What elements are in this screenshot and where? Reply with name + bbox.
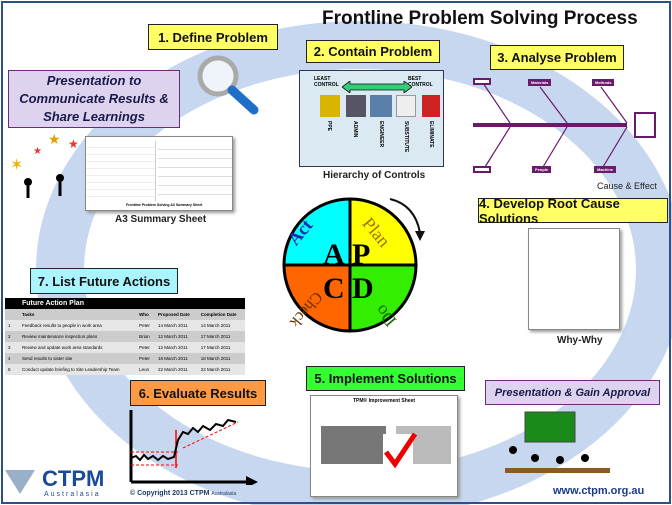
presentation-approval-box: Presentation & Gain Approval	[485, 380, 660, 405]
engineer-label: ENGINEER	[378, 121, 384, 148]
table-cell: Leon	[139, 367, 150, 372]
checkmark-icon	[383, 432, 418, 469]
why-why-caption: Why-Why	[557, 335, 603, 346]
table-cell: Peter	[139, 323, 150, 328]
table-cell: Send results to sister site	[22, 356, 73, 361]
improvement-sheet: TPM® Improvement Sheet	[310, 395, 458, 497]
magnifier-icon	[197, 55, 259, 115]
step-develop-solutions: 4. Develop Root Cause Solutions	[478, 196, 668, 226]
step-implement-solutions: 5. Implement Solutions	[306, 366, 465, 391]
copyright: © Copyright 2013 CTPM Australasia	[130, 490, 237, 497]
fishbone-label-materials: Materials	[528, 79, 552, 86]
presentation-audience-icon	[505, 411, 610, 473]
table-cell: 14 March 2011	[158, 323, 188, 328]
pdca-c: C	[323, 272, 345, 305]
results-trend-chart	[129, 410, 258, 485]
table-cell: 2	[8, 334, 11, 339]
table-row: 1 Feedback results to people in work area…	[5, 320, 245, 331]
fishbone-label-people: People	[532, 166, 552, 173]
a3-caption: A3 Summary Sheet	[115, 214, 207, 225]
table-cell: 1	[8, 323, 11, 328]
least-control-label: LEAST CONTROL	[314, 76, 339, 88]
improvement-sheet-title: TPM® Improvement Sheet	[352, 398, 416, 404]
svg-text:★: ★	[48, 131, 61, 147]
ppe-label: PPE	[326, 121, 332, 132]
admin-icon	[346, 95, 366, 117]
eliminate-icon	[422, 95, 440, 117]
fishbone-caption: Cause & Effect	[597, 181, 657, 191]
table-cell: 22 March 2011	[200, 367, 231, 372]
table-cell: 17 March 2011	[200, 334, 231, 339]
pdca-d: D	[352, 272, 374, 305]
table-cell: 14 March 2011	[200, 323, 231, 328]
engineer-icon	[370, 95, 392, 117]
presentation-results-box: Presentation to Communicate Results & Sh…	[8, 70, 180, 128]
step-define-problem: 1. Define Problem	[148, 24, 278, 50]
svg-text:★: ★	[68, 137, 79, 151]
future-action-plan-table: Future Action Plan Tasks Who Proposed Date…	[5, 298, 245, 375]
table-row: 3 Review and update work area standards Pe…	[5, 342, 245, 353]
table-row: 4 Send results to sister site Peter 18 Marc…	[5, 353, 245, 364]
header-completion: Completion Date	[200, 312, 237, 317]
ppe-icon	[320, 95, 340, 117]
best-control-label: BEST CONTROL	[408, 76, 433, 88]
pdca-p: P	[352, 238, 371, 271]
substitute-label: SUBSTITUTE	[403, 121, 409, 153]
table-cell: 5	[8, 367, 11, 372]
table-cell: Review and update work area standards	[22, 345, 103, 350]
table-cell: 18 March 2011	[200, 356, 231, 361]
table-cell: 22 March 2011	[158, 367, 188, 372]
before-photo	[321, 426, 386, 464]
step-list-future-actions: 7. List Future Actions	[30, 268, 178, 294]
table-cell: Feedback results to people in work area	[22, 323, 102, 328]
fishbone-label-machine: Machine	[594, 166, 617, 173]
substitute-icon	[396, 95, 416, 117]
table-cell: 4	[8, 356, 11, 361]
table-cell: Peter	[139, 345, 150, 350]
header-who: Who	[139, 312, 149, 317]
fishbone-cause-box	[473, 78, 491, 85]
action-plan-title: Future Action Plan	[22, 300, 84, 307]
svg-text:✶: ✶	[10, 157, 23, 174]
header-proposed: Proposed Date	[158, 312, 190, 317]
table-cell: 18 March 2011	[158, 356, 188, 361]
table-cell: Peter	[139, 356, 150, 361]
pdca-a: A	[323, 238, 345, 271]
a3-summary-sheet: Frontline Problem Solving A3 Summary She…	[85, 136, 233, 211]
website-link[interactable]: www.ctpm.org.au	[553, 485, 644, 497]
step-contain-problem: 2. Contain Problem	[306, 40, 440, 63]
fishbone-label-methods: Methods	[592, 79, 615, 86]
table-row: 5 Conduct update briefing to Site Leaders…	[5, 364, 245, 375]
table-cell: 12 March 2011	[158, 345, 188, 350]
page-title: Frontline Problem Solving Process	[322, 8, 638, 29]
fishbone-effect-box	[634, 112, 656, 138]
table-row: 2 Review maintenance inspection plans Bria…	[5, 331, 245, 342]
table-cell: Conduct update briefing to Site Leadersh…	[22, 367, 120, 372]
table-cell: 3	[8, 345, 11, 350]
header-tasks: Tasks	[22, 312, 35, 317]
why-why-sheet	[528, 228, 620, 330]
celebration-people-icon: ✶ ★ ★ ★	[10, 131, 79, 198]
admin-label: ADMIN	[352, 121, 358, 138]
fishbone-cause-box	[473, 166, 491, 173]
svg-text:★: ★	[33, 146, 42, 157]
table-cell: Review maintenance inspection plans	[22, 334, 98, 339]
step-evaluate-results: 6. Evaluate Results	[130, 380, 266, 406]
table-cell: 12 March 2011	[158, 334, 188, 339]
logo-sub: Australasia	[44, 491, 101, 498]
logo-name: CTPM	[42, 466, 105, 491]
hierarchy-panel: LEAST CONTROL BEST CONTROL PPE ADMIN ENG…	[299, 70, 444, 167]
double-arrow-icon	[342, 81, 412, 93]
table-cell: 17 March 2011	[200, 345, 231, 350]
hierarchy-caption: Hierarchy of Controls	[323, 170, 426, 181]
table-cell: Brian	[139, 334, 150, 339]
eliminate-label: ELIMINATE	[428, 121, 434, 148]
a3-sheet-title: Frontline Problem Solving A3 Summary She…	[126, 203, 203, 207]
